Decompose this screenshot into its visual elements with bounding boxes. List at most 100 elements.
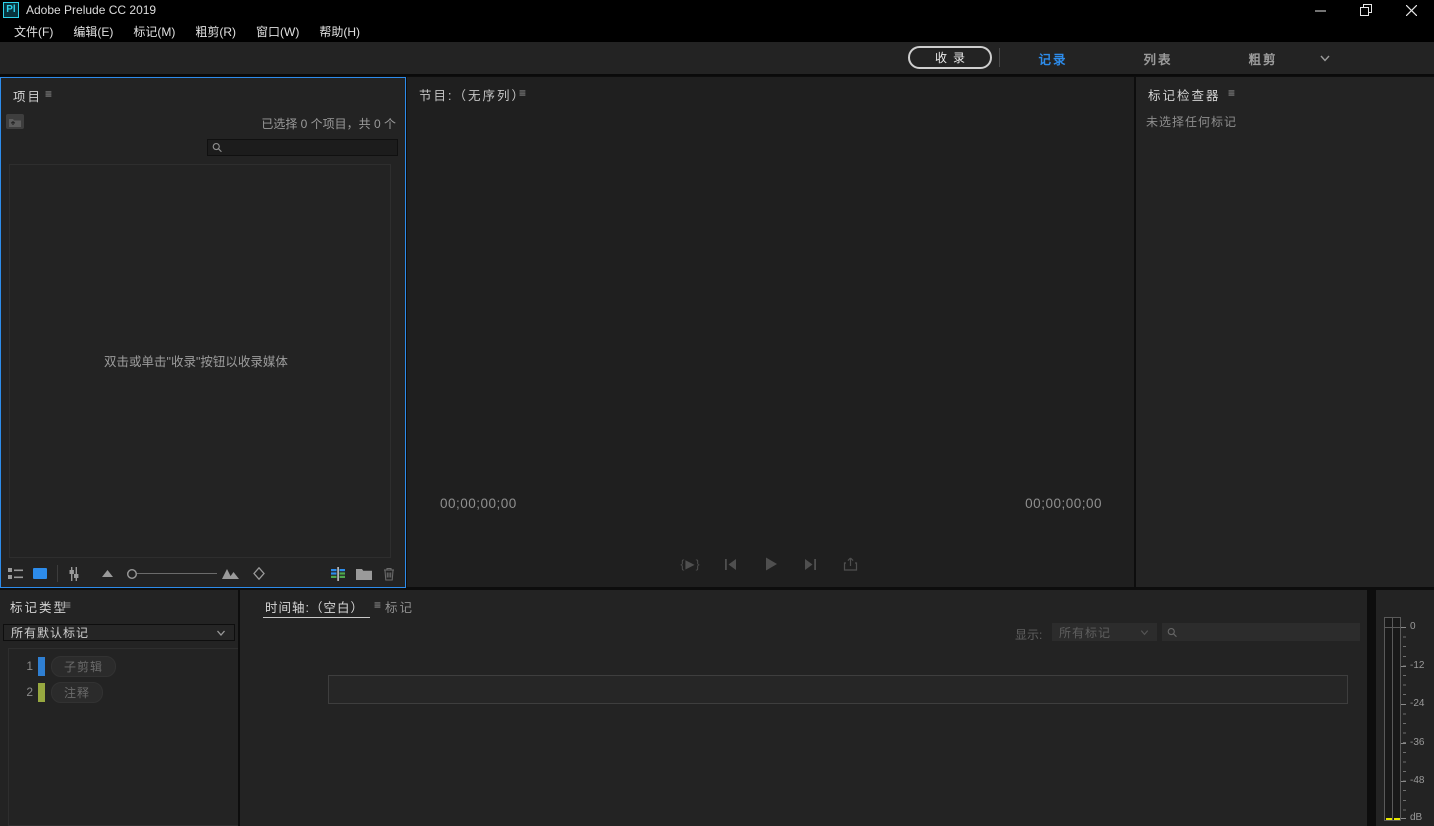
timeline-track[interactable]	[328, 675, 1348, 704]
selection-status: 已选择 0 个项目，共 0 个	[261, 115, 396, 132]
search-icon	[212, 142, 222, 153]
timeline-search-input[interactable]	[1177, 626, 1360, 638]
marker-types-list: 1 子剪辑 2 注释	[8, 648, 238, 826]
marker-inspector-panel: 标记检查器 ≡ 未选择任何标记	[1136, 77, 1434, 587]
folder-icon	[356, 568, 372, 580]
export-frame-button[interactable]	[842, 555, 860, 573]
marker-type-label[interactable]: 子剪辑	[51, 656, 116, 677]
marker-filter-dropdown[interactable]: 所有默认标记	[3, 624, 235, 641]
window-title: Adobe Prelude CC 2019	[26, 3, 156, 17]
new-rough-cut-button[interactable]	[329, 564, 347, 583]
marker-type-row[interactable]: 1 子剪辑	[9, 656, 238, 678]
menu-roughcut[interactable]: 粗剪(R)	[185, 20, 246, 42]
transport-controls: {▶}	[407, 555, 1134, 573]
minimize-button[interactable]	[1298, 0, 1343, 20]
zoom-out-thumbnails-icon[interactable]	[98, 564, 116, 583]
project-footer-toolbar	[1, 560, 405, 587]
show-filter-value: 所有标记	[1059, 624, 1111, 641]
workspace-tab-roughcut[interactable]: 粗剪	[1238, 49, 1288, 68]
menu-edit[interactable]: 编辑(E)	[63, 20, 123, 42]
panel-menu-icon[interactable]: ≡	[64, 598, 71, 612]
app-icon: Pl	[3, 2, 19, 18]
major-tick	[1401, 666, 1406, 667]
menu-file[interactable]: 文件(F)	[4, 20, 63, 42]
step-back-icon	[724, 558, 737, 571]
close-button[interactable]	[1389, 0, 1434, 20]
workspace-bar: 收录 记录 列表 粗剪	[0, 42, 1434, 76]
marker-inspector-title: 标记检查器	[1148, 85, 1221, 104]
footer-separator	[57, 565, 58, 582]
marker-type-number: 1	[19, 659, 33, 673]
tab-markers[interactable]: 标记	[385, 597, 414, 616]
big-mountains-icon	[222, 569, 239, 579]
marker-type-number: 2	[19, 685, 33, 699]
tab-timeline[interactable]: 时间轴:（空白）	[265, 597, 364, 616]
workspace-tab-list[interactable]: 列表	[1133, 49, 1183, 68]
menu-window[interactable]: 窗口(W)	[246, 20, 309, 42]
active-tab-underline	[263, 617, 370, 618]
project-panel: 项目 ≡ 已选择 0 个项目，共 0 个 双击或单击"收录"按钮以收录媒体	[0, 77, 406, 588]
db-label: -24	[1410, 698, 1424, 709]
major-tick	[1401, 627, 1406, 628]
slider-track[interactable]	[137, 573, 217, 574]
audio-meter-right-channel	[1392, 617, 1401, 821]
meter-tick-scale	[1403, 627, 1406, 819]
project-search-input[interactable]	[222, 142, 397, 154]
major-tick	[1401, 743, 1406, 744]
prelude-window: Pl Adobe Prelude CC 2019 文件(F) 编辑(E) 标记(…	[0, 0, 1434, 826]
panel-menu-icon[interactable]: ≡	[519, 86, 526, 100]
major-tick	[1401, 818, 1406, 819]
timeline-search-box[interactable]	[1162, 623, 1360, 641]
new-rough-cut-icon	[330, 566, 346, 582]
list-view-button[interactable]	[7, 564, 25, 583]
zoom-in-thumbnails-icon[interactable]	[221, 564, 239, 583]
chevron-down-icon	[215, 627, 227, 639]
inspector-empty-message: 未选择任何标记	[1146, 113, 1237, 130]
workspace-tab-logging[interactable]: 记录	[1028, 49, 1078, 68]
meter-clip-divider	[1384, 627, 1401, 628]
project-search-box[interactable]	[207, 139, 398, 156]
list-view-icon	[8, 567, 24, 580]
restore-button[interactable]	[1343, 0, 1388, 20]
panel-menu-icon[interactable]: ≡	[1228, 86, 1235, 100]
db-label: -48	[1410, 775, 1424, 786]
thumbnail-view-icon	[33, 568, 47, 579]
minimize-icon	[1315, 5, 1326, 16]
audio-meter-panel: 0 -12 -24 -36 -48 dB	[1376, 590, 1434, 826]
play-in-to-out-button[interactable]: {▶}	[682, 555, 700, 573]
panel-menu-icon[interactable]: ≡	[374, 598, 381, 612]
thumbnail-view-button[interactable]	[31, 564, 49, 583]
title-bar: Pl Adobe Prelude CC 2019	[0, 0, 1434, 20]
new-bin-button[interactable]	[355, 564, 373, 583]
search-icon	[1167, 627, 1177, 638]
project-empty-message: 双击或单击"收录"按钮以收录媒体	[1, 351, 391, 370]
play-icon	[764, 557, 778, 571]
marker-color-swatch	[38, 657, 45, 676]
project-panel-title: 项目	[13, 86, 42, 105]
step-forward-button[interactable]	[802, 555, 820, 573]
marker-type-label[interactable]: 注释	[51, 682, 103, 703]
diamond-sort-icon	[253, 567, 265, 580]
menu-marker[interactable]: 标记(M)	[123, 20, 185, 42]
menu-help[interactable]: 帮助(H)	[309, 20, 370, 42]
workspace-overflow-button[interactable]	[1318, 51, 1332, 65]
filter-options-button[interactable]	[65, 564, 83, 583]
ingest-button[interactable]: 收录	[908, 46, 992, 69]
db-label: -36	[1410, 737, 1424, 748]
current-timecode: 00;00;00;00	[440, 496, 517, 511]
step-back-button[interactable]	[722, 555, 740, 573]
show-filter-dropdown[interactable]: 所有标记	[1052, 623, 1157, 641]
delete-button[interactable]	[380, 564, 398, 583]
play-button[interactable]	[762, 555, 780, 573]
sliders-icon	[67, 567, 81, 581]
sort-order-button[interactable]	[250, 564, 268, 583]
export-frame-icon	[843, 557, 858, 571]
panel-menu-icon[interactable]: ≡	[45, 87, 52, 101]
marker-color-swatch	[38, 683, 45, 702]
db-label: 0	[1410, 621, 1416, 632]
step-forward-icon	[804, 558, 817, 571]
chevron-down-icon	[1318, 51, 1332, 65]
marker-type-row[interactable]: 2 注释	[9, 682, 238, 704]
monitor-panel-title: 节目:（无序列）	[419, 85, 526, 104]
navigate-up-button[interactable]	[6, 114, 24, 129]
